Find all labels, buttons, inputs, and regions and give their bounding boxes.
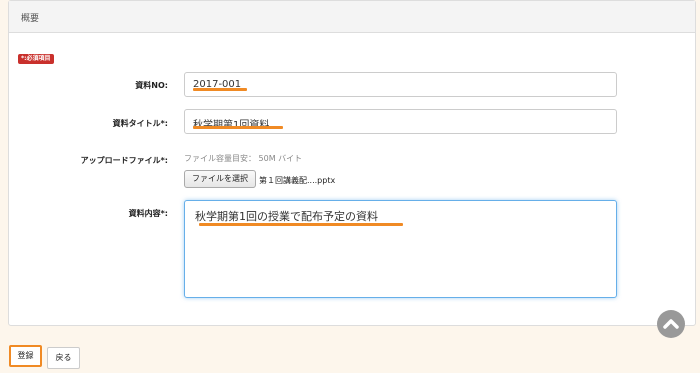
back-button[interactable]: 戻る (47, 347, 80, 369)
title-input[interactable]: 秋学期第1回資料 (184, 109, 617, 134)
chevron-up-icon (663, 319, 679, 329)
content-textarea[interactable]: 秋学期第1回の授業で配布予定の資料 (184, 200, 617, 298)
content-label: 資料内容*: (128, 209, 168, 218)
panel-title: 概要 (9, 1, 695, 33)
scroll-to-top-button[interactable] (657, 310, 685, 338)
selected-file-name: 第１回講義配....pptx (259, 176, 336, 185)
title-label: 資料タイトル*: (112, 119, 168, 128)
choose-file-button[interactable]: ファイルを選択 (184, 170, 256, 188)
doc-no-label: 資料NO: (135, 81, 168, 90)
required-badge: *:必須項目 (18, 54, 54, 64)
doc-no-highlight (193, 88, 247, 91)
doc-no-input[interactable]: 2017-001 (184, 72, 617, 97)
register-button[interactable]: 登録 (9, 345, 42, 367)
upload-size-hint: ファイル容量目安： 50M バイト (184, 154, 303, 163)
upload-label: アップロードファイル*: (80, 156, 168, 165)
title-highlight (193, 126, 283, 129)
content-highlight (199, 223, 403, 226)
